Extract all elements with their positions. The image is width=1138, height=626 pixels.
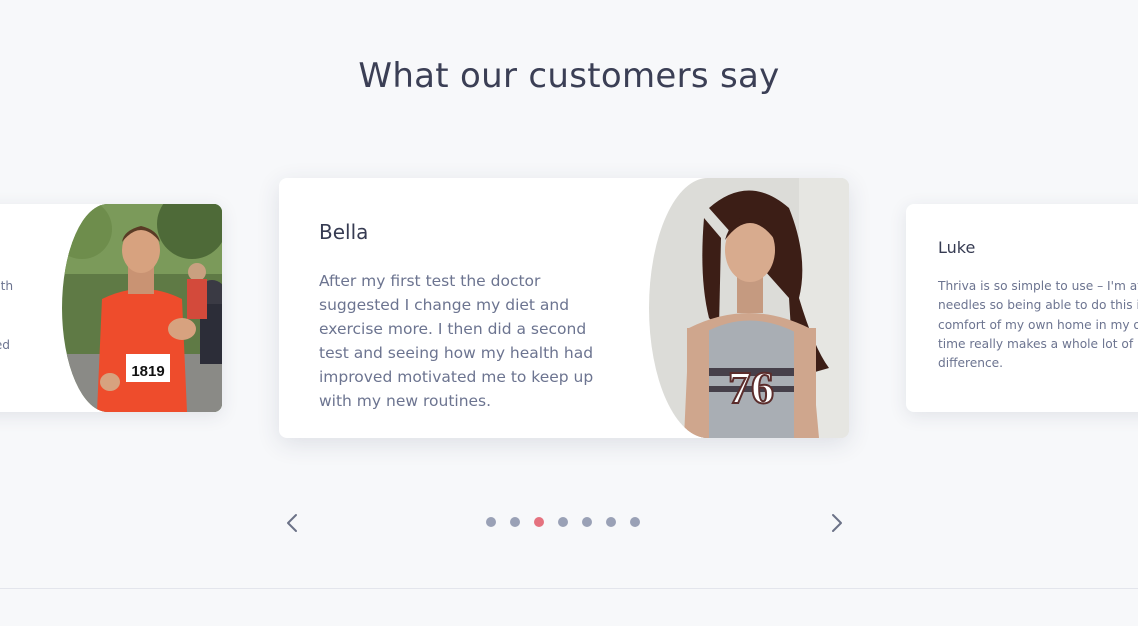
carousel-pagination: [486, 517, 640, 527]
pagination-dot[interactable]: [630, 517, 640, 527]
carousel-prev-button[interactable]: [280, 510, 304, 536]
pagination-dot[interactable]: [486, 517, 496, 527]
pagination-dot[interactable]: [510, 517, 520, 527]
pagination-dot[interactable]: [582, 517, 592, 527]
shirt-number: 76: [728, 362, 774, 413]
pagination-dot[interactable]: [558, 517, 568, 527]
bib-number: 1819: [131, 363, 164, 380]
testimonial-card-left[interactable]: vith red 1819: [0, 204, 222, 412]
testimonial-quote-fragment: red: [0, 338, 10, 352]
testimonial-quote-fragment: vith: [0, 279, 14, 293]
testimonial-card-active[interactable]: Bella After my first test the doctor sug…: [279, 178, 849, 438]
section-title: What our customers say: [358, 56, 780, 96]
testimonial-quote: After my first test the doctor suggested…: [319, 272, 594, 410]
testimonial-card-right[interactable]: Luke Thriva is so simple to use – I'm af…: [906, 204, 1138, 412]
bella-photo: 76: [649, 178, 849, 438]
chevron-left-icon: [287, 514, 297, 532]
pagination-dot-active[interactable]: [534, 517, 544, 527]
carousel-next-button[interactable]: [825, 510, 849, 536]
pagination-dot[interactable]: [606, 517, 616, 527]
runner-photo: 1819: [62, 204, 222, 412]
testimonial-name: Luke: [938, 238, 976, 257]
testimonial-quote: Thriva is so simple to use – I'm afra ne…: [938, 279, 1138, 371]
testimonial-name: Bella: [319, 220, 369, 244]
chevron-right-icon: [832, 514, 842, 532]
section-divider: [0, 588, 1138, 589]
